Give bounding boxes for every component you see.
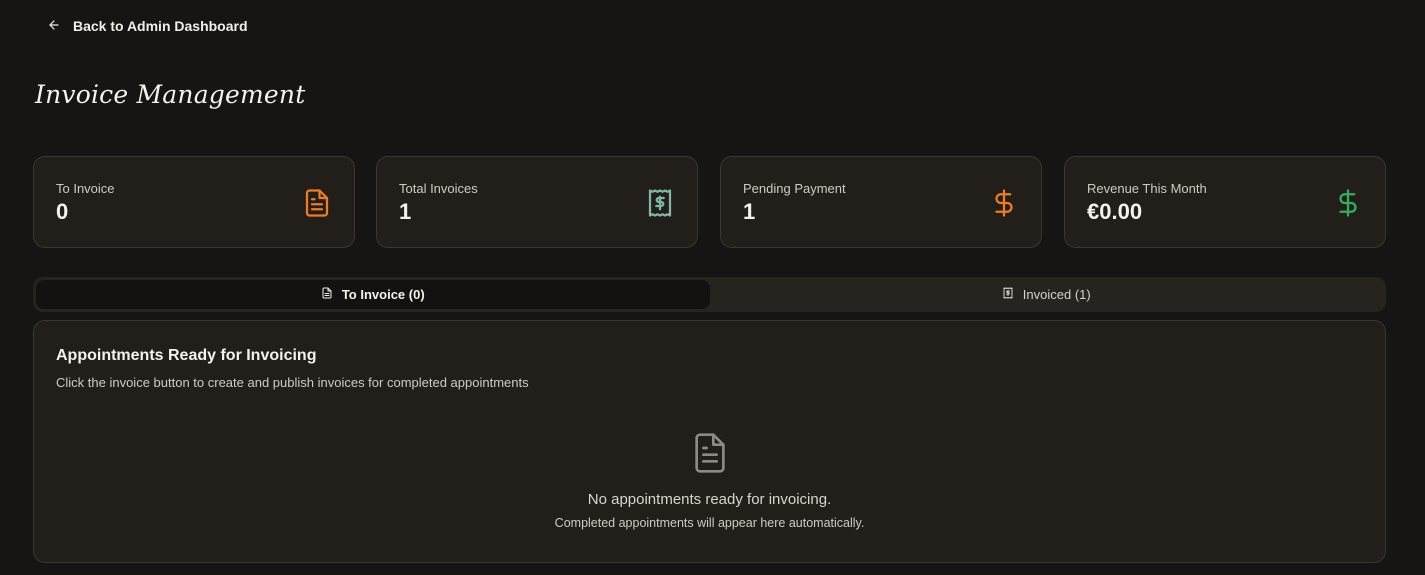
dollar-icon <box>989 188 1019 218</box>
stat-label: Pending Payment <box>743 181 846 196</box>
back-to-dashboard-link[interactable]: Back to Admin Dashboard <box>47 16 248 36</box>
panel-title: Appointments Ready for Invoicing <box>56 347 317 364</box>
stat-card-to-invoice: To Invoice 0 <box>33 156 355 248</box>
dollar-icon <box>1333 188 1363 218</box>
file-text-icon <box>690 431 730 475</box>
invoice-tabs: To Invoice (0) Invoiced (1) <box>33 277 1386 312</box>
stat-label: Revenue This Month <box>1087 181 1207 196</box>
receipt-icon <box>1002 287 1014 302</box>
empty-state-subtitle: Completed appointments will appear here … <box>554 516 865 530</box>
panel-description: Click the invoice button to create and p… <box>56 375 529 390</box>
stat-value: €0.00 <box>1087 199 1143 224</box>
tab-to-invoice[interactable]: To Invoice (0) <box>36 280 710 309</box>
stat-value: 0 <box>56 199 69 224</box>
stat-card-revenue-this-month: Revenue This Month €0.00 <box>1064 156 1386 248</box>
file-text-icon <box>302 188 332 218</box>
stat-card-pending-payment: Pending Payment 1 <box>720 156 1042 248</box>
receipt-icon <box>645 188 675 218</box>
arrow-left-icon <box>47 18 61 35</box>
file-text-icon <box>321 287 333 302</box>
tab-invoiced[interactable]: Invoiced (1) <box>710 280 1384 309</box>
appointments-panel: Appointments Ready for Invoicing Click t… <box>33 320 1386 563</box>
tab-label: Invoiced (1) <box>1022 287 1091 302</box>
back-link-label: Back to Admin Dashboard <box>73 18 248 34</box>
tab-label: To Invoice (0) <box>341 287 425 302</box>
page-title: Invoice Management <box>35 80 306 109</box>
empty-state-title: No appointments ready for invoicing. <box>587 491 832 508</box>
stat-value: 1 <box>399 199 412 224</box>
stat-label: Total Invoices <box>399 181 478 196</box>
stat-label: To Invoice <box>56 181 115 196</box>
stat-card-total-invoices: Total Invoices 1 <box>376 156 698 248</box>
stat-value: 1 <box>743 199 756 224</box>
